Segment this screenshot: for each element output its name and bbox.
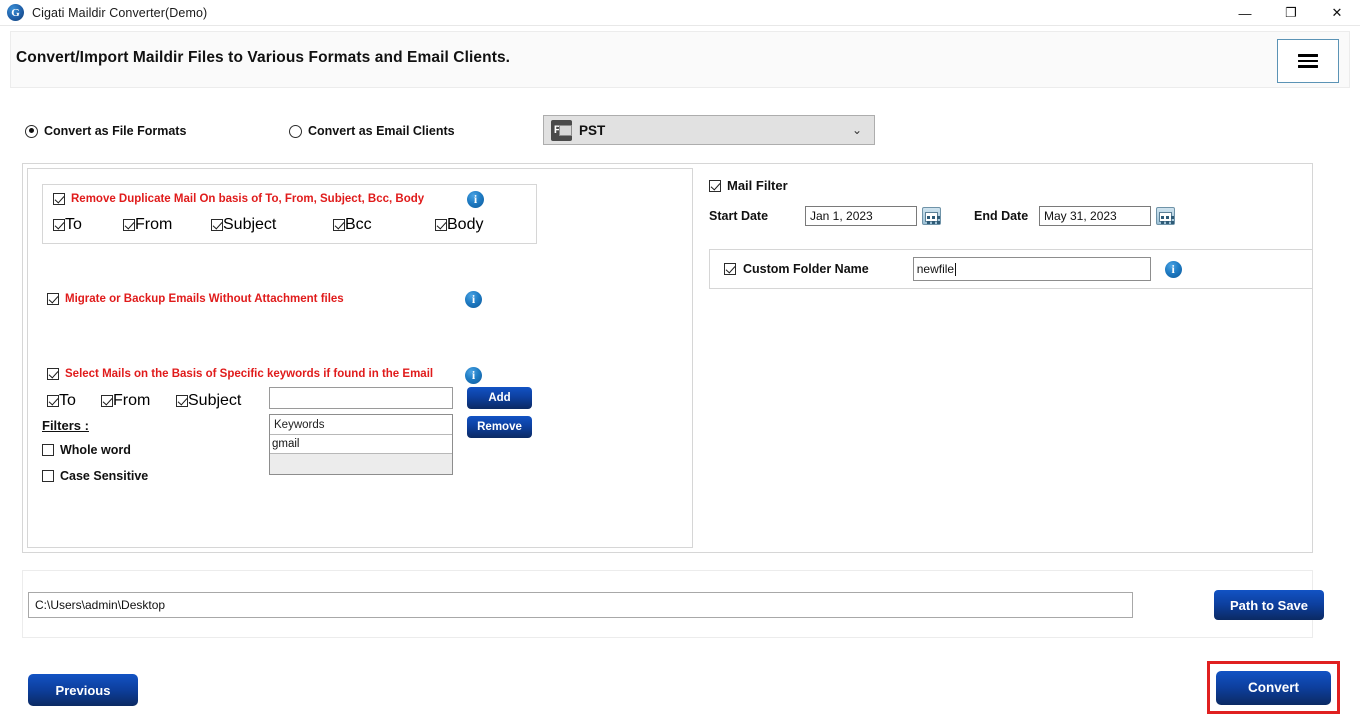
checkbox-kw-subject[interactable]: Subject	[176, 392, 241, 410]
checkbox-kw-from[interactable]: From	[101, 392, 176, 410]
info-icon-migrate[interactable]	[465, 291, 482, 308]
checkbox-migrate-without-attachments[interactable]: Migrate or Backup Emails Without Attachm…	[47, 293, 344, 305]
checkbox-remove-duplicates[interactable]: Remove Duplicate Mail On basis of To, Fr…	[53, 193, 424, 205]
checkbox-mail-filter-indicator	[709, 179, 721, 192]
output-format-dropdown[interactable]: PST ⌄	[543, 115, 875, 145]
checkbox-whole-word[interactable]: Whole word	[42, 443, 131, 457]
start-date-label: Start Date	[709, 209, 769, 223]
filters-title: Filters :	[42, 418, 89, 433]
calendar-icon-start[interactable]	[922, 207, 941, 225]
radio-file-formats-label: Convert as File Formats	[44, 124, 187, 138]
checkbox-select-by-keywords[interactable]: Select Mails on the Basis of Specific ke…	[47, 368, 433, 380]
close-icon[interactable]: ✕	[1314, 0, 1360, 26]
checkbox-dup-subject[interactable]: Subject	[211, 216, 333, 234]
checkbox-kw-from-indicator	[101, 395, 113, 407]
info-icon-remove-duplicates[interactable]	[467, 191, 484, 208]
keyword-list-header: Keywords	[270, 415, 452, 435]
radio-email-clients-label: Convert as Email Clients	[308, 124, 455, 138]
convert-button-highlight: Convert	[1207, 661, 1340, 714]
list-item[interactable]: gmail	[270, 435, 452, 454]
checkbox-case-sensitive[interactable]: Case Sensitive	[42, 469, 148, 483]
checkbox-dup-to-label: To	[65, 216, 82, 233]
checkbox-whole-word-label: Whole word	[60, 443, 131, 457]
left-options-card: Remove Duplicate Mail On basis of To, Fr…	[27, 168, 693, 548]
radio-convert-as-file-formats[interactable]: Convert as File Formats	[25, 124, 186, 138]
convert-button[interactable]: Convert	[1216, 670, 1331, 705]
menu-button[interactable]	[1277, 39, 1339, 83]
checkbox-dup-subject-label: Subject	[223, 216, 277, 233]
checkbox-kw-to-label: To	[59, 392, 76, 409]
chevron-down-icon: ⌄	[851, 123, 862, 137]
migrate-label: Migrate or Backup Emails Without Attachm…	[65, 293, 344, 305]
radio-file-formats-indicator	[25, 124, 38, 138]
keyword-list[interactable]: Keywords gmail	[269, 414, 453, 475]
checkbox-kw-from-label: From	[113, 392, 151, 409]
radio-email-clients-indicator	[289, 124, 302, 138]
checkbox-dup-from-label: From	[135, 216, 173, 233]
window-controls: — ❐ ✕	[1222, 0, 1360, 26]
checkbox-case-sensitive-indicator	[42, 470, 54, 482]
checkbox-dup-bcc-label: Bcc	[345, 216, 372, 233]
path-to-save-button[interactable]: Path to Save	[1214, 590, 1324, 620]
hamburger-icon	[1298, 54, 1318, 68]
mail-filter-label: Mail Filter	[727, 178, 788, 193]
checkbox-migrate-indicator	[47, 293, 59, 305]
output-format-value: PST	[579, 122, 606, 138]
end-date-input[interactable]: May 31, 2023	[1039, 206, 1151, 226]
duplicate-fields-row: To From Subject Bcc Body	[53, 216, 523, 234]
checkbox-dup-subject-indicator	[211, 219, 223, 231]
checkbox-dup-body[interactable]: Body	[435, 216, 483, 234]
date-range-row: Start Date Jan 1, 2023 End Date May 31, …	[709, 206, 1175, 226]
checkbox-dup-body-label: Body	[447, 216, 484, 233]
custom-folder-section: Custom Folder Name newfile	[709, 249, 1313, 289]
checkbox-remove-duplicates-indicator	[53, 193, 65, 205]
title-bar: Cigati Maildir Converter(Demo) — ❐ ✕	[0, 0, 1360, 26]
remove-keyword-button[interactable]: Remove	[467, 416, 532, 438]
calendar-icon-end[interactable]	[1156, 207, 1175, 225]
checkbox-dup-bcc[interactable]: Bcc	[333, 216, 435, 234]
path-panel: C:\Users\admin\Desktop Path to Save	[22, 570, 1324, 638]
save-path-input[interactable]: C:\Users\admin\Desktop	[28, 592, 1133, 618]
custom-folder-input[interactable]: newfile	[912, 257, 1151, 281]
custom-folder-value: newfile	[916, 262, 955, 276]
info-icon-custom-folder[interactable]	[1164, 260, 1182, 278]
text-caret	[955, 262, 957, 276]
checkbox-kw-to[interactable]: To	[47, 392, 101, 410]
checkbox-custom-folder-indicator[interactable]	[724, 263, 736, 275]
page-header: Convert/Import Maildir Files to Various …	[10, 31, 1350, 88]
maximize-icon[interactable]: ❐	[1268, 0, 1314, 26]
checkbox-kw-to-indicator	[47, 395, 59, 407]
keyword-input[interactable]	[269, 387, 453, 409]
checkbox-dup-bcc-indicator	[333, 219, 345, 231]
keyword-fields-row: To From Subject	[47, 392, 241, 410]
checkbox-kw-subject-label: Subject	[188, 392, 242, 409]
app-logo-icon	[7, 4, 24, 21]
keywords-label: Select Mails on the Basis of Specific ke…	[65, 368, 434, 380]
options-panel: Remove Duplicate Mail On basis of To, Fr…	[22, 163, 1313, 553]
custom-folder-label: Custom Folder Name	[743, 262, 869, 276]
remove-duplicates-section: Remove Duplicate Mail On basis of To, Fr…	[42, 184, 537, 244]
minimize-icon[interactable]: —	[1222, 0, 1268, 26]
pst-file-icon	[551, 119, 572, 141]
checkbox-dup-to-indicator	[53, 219, 65, 231]
checkbox-whole-word-indicator	[42, 444, 54, 456]
window-title: Cigati Maildir Converter(Demo)	[32, 5, 208, 20]
checkbox-kw-subject-indicator	[176, 395, 188, 407]
add-keyword-button[interactable]: Add	[467, 387, 532, 409]
radio-convert-as-email-clients[interactable]: Convert as Email Clients	[289, 124, 455, 138]
page-title: Convert/Import Maildir Files to Various …	[16, 49, 511, 66]
checkbox-dup-to[interactable]: To	[53, 216, 123, 234]
checkbox-dup-from[interactable]: From	[123, 216, 211, 234]
previous-button[interactable]: Previous	[28, 674, 138, 706]
remove-duplicates-label: Remove Duplicate Mail On basis of To, Fr…	[71, 193, 425, 205]
start-date-input[interactable]: Jan 1, 2023	[805, 206, 917, 226]
checkbox-mail-filter[interactable]: Mail Filter	[709, 178, 788, 193]
checkbox-dup-from-indicator	[123, 219, 135, 231]
end-date-label: End Date	[974, 209, 1029, 223]
checkbox-dup-body-indicator	[435, 219, 447, 231]
checkbox-keywords-indicator	[47, 368, 59, 380]
checkbox-case-sensitive-label: Case Sensitive	[60, 469, 149, 483]
info-icon-keywords[interactable]	[465, 367, 482, 384]
